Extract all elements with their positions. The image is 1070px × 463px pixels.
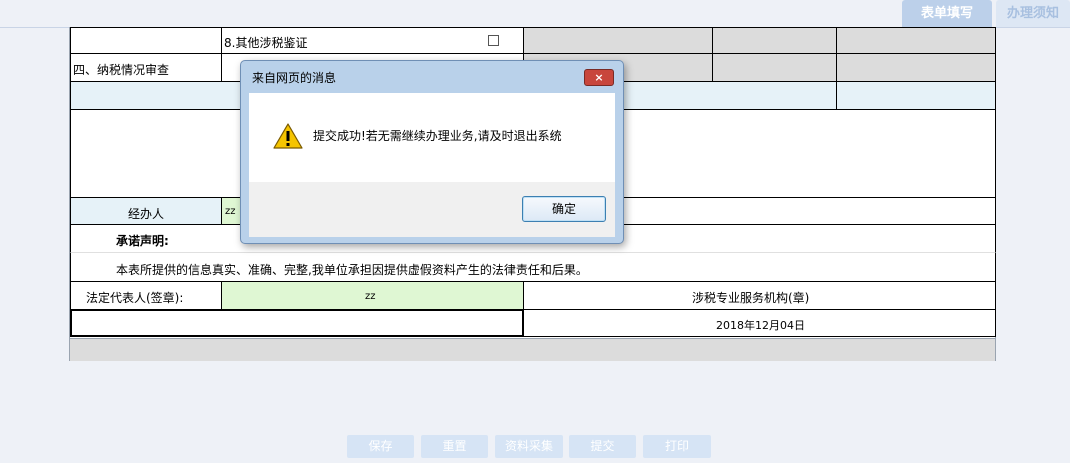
- submit-button[interactable]: 提交: [569, 435, 636, 458]
- form-cell-gray: [712, 53, 837, 82]
- print-button[interactable]: 打印: [643, 435, 711, 458]
- legal-rep-label-cell: 法定代表人(签章):: [70, 281, 222, 310]
- legal-rep-label: 法定代表人(签章):: [86, 291, 184, 305]
- reset-button[interactable]: 重置: [421, 435, 488, 458]
- handler-value: zz: [225, 206, 236, 217]
- form-cell-lightblue: [836, 81, 996, 110]
- dialog-body: 提交成功!若无需继续办理业务,请及时退出系统: [249, 93, 615, 182]
- collect-data-button[interactable]: 资料采集: [495, 435, 563, 458]
- promise-text-row: 本表所提供的信息真实、准确、完整,我单位承担因提供虚假资料产生的法律责任和后果。: [70, 252, 996, 282]
- action-button-bar: 保存 重置 资料采集 提交 打印: [0, 435, 1070, 459]
- form-cell-gray: [523, 27, 713, 54]
- warning-icon: [273, 123, 303, 149]
- dialog-title: 来自网页的消息: [252, 71, 337, 85]
- top-tab-bar: 表单填写 办理须知: [0, 0, 1070, 28]
- save-button[interactable]: 保存: [347, 435, 414, 458]
- close-icon[interactable]: ×: [584, 69, 614, 86]
- item8-label: 8.其他涉税鉴证: [224, 36, 308, 50]
- promise-text: 本表所提供的信息真实、准确、完整,我单位承担因提供虚假资料产生的法律责任和后果。: [116, 263, 588, 277]
- handler-label: 经办人: [128, 207, 165, 221]
- legal-rep-value: zz: [365, 291, 376, 302]
- message-dialog: 来自网页的消息 × 提交成功!若无需继续办理业务,请及时退出系统 确定: [240, 60, 624, 244]
- dialog-message: 提交成功!若无需继续办理业务,请及时退出系统: [313, 129, 562, 143]
- form-footer-strip: [70, 338, 995, 361]
- form-cell-gray: [836, 53, 996, 82]
- agency-label: 涉税专业服务机构(章): [692, 291, 810, 305]
- section4-label: 四、纳税情况审查: [73, 63, 170, 77]
- dialog-footer: 确定: [249, 182, 615, 237]
- tab-instructions[interactable]: 办理须知: [996, 0, 1070, 27]
- agency-label-cell: 涉税专业服务机构(章): [523, 281, 996, 310]
- date-value: 2018年12月04日: [716, 319, 805, 332]
- item8-cell: 8.其他涉税鉴证: [221, 27, 524, 54]
- section4-cell: 四、纳税情况审查: [70, 53, 222, 82]
- promise-title: 承诺声明:: [116, 234, 169, 248]
- form-cell-empty: [70, 27, 222, 54]
- ok-button[interactable]: 确定: [522, 196, 606, 222]
- handler-label-cell: 经办人: [70, 197, 222, 225]
- item8-checkbox[interactable]: [488, 35, 499, 46]
- tab-form-fill[interactable]: 表单填写: [902, 0, 992, 27]
- form-cell-gray: [836, 27, 996, 54]
- legal-rep-signature-field[interactable]: [70, 309, 524, 337]
- date-cell: 2018年12月04日: [523, 309, 996, 337]
- legal-rep-input[interactable]: zz: [221, 281, 524, 310]
- form-cell-gray: [712, 27, 837, 54]
